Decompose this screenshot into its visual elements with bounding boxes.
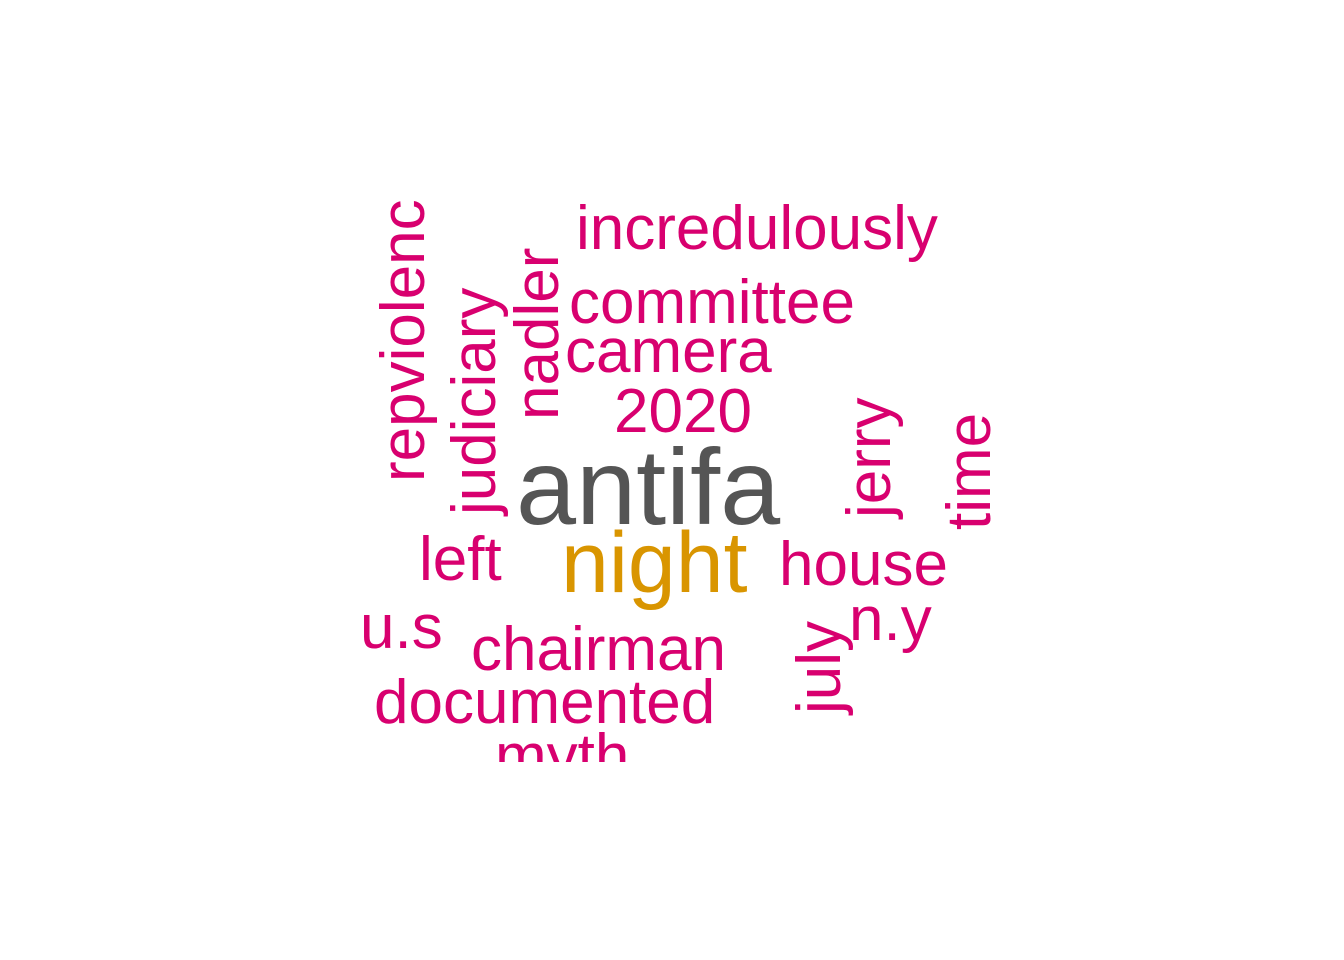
word-n-y: n.y (849, 585, 932, 654)
word-camera: camera (565, 317, 772, 386)
word-u-s: u.s (360, 593, 443, 662)
word-cloud: antifanightincredulouslycommitteecamera2… (0, 0, 1344, 960)
word-jerry: jerry (835, 397, 904, 520)
word-2020: 2020 (614, 377, 752, 446)
word-incredulously: incredulously (576, 194, 938, 263)
word-july: july (785, 621, 854, 716)
word-nadler: nadler (503, 248, 572, 420)
word-repviolenc: repviolenc (369, 199, 438, 482)
word-night: night (561, 515, 748, 611)
word-judiciary: judiciary (440, 288, 509, 517)
word-time: time (935, 413, 1004, 530)
word-left: left (419, 525, 502, 594)
